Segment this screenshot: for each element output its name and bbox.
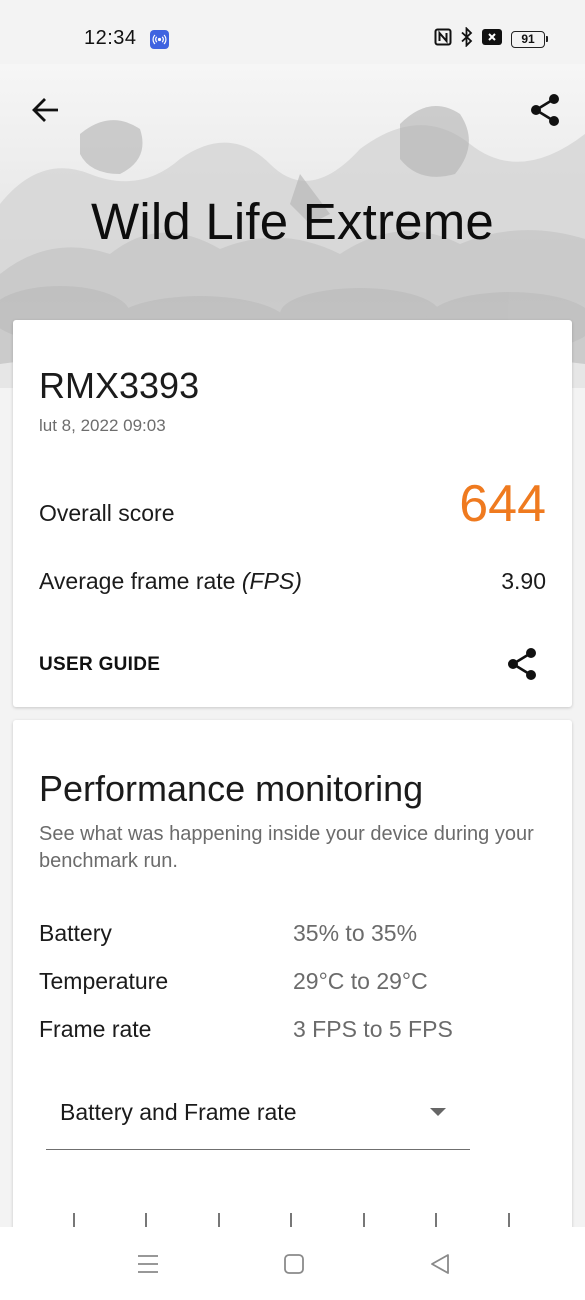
broadcast-app-icon: [150, 30, 169, 49]
axis-tick: [508, 1213, 510, 1227]
fps-value: 3.90: [501, 568, 546, 594]
metric-row-temperature: Temperature 29°C to 29°C: [39, 968, 559, 998]
silent-icon: [482, 28, 502, 51]
chart-type-selected: Battery and Frame rate: [60, 1099, 297, 1125]
nav-recent-apps-button[interactable]: [135, 1251, 161, 1277]
share-icon: [508, 648, 536, 680]
menu-icon: [138, 1255, 158, 1273]
axis-tick: [218, 1213, 220, 1227]
fps-label: Average frame rate (FPS): [39, 568, 302, 595]
metric-label: Battery: [39, 920, 112, 946]
axis-tick: [435, 1213, 437, 1227]
share-top-button[interactable]: [525, 90, 565, 130]
performance-title: Performance monitoring: [39, 768, 424, 809]
chart-type-dropdown[interactable]: Battery and Frame rate: [46, 1088, 470, 1150]
axis-tick: [73, 1213, 75, 1227]
battery-icon: 91: [511, 30, 548, 48]
axis-tick: [290, 1213, 292, 1227]
nav-home-button[interactable]: [281, 1251, 307, 1277]
back-triangle-icon: [431, 1254, 449, 1274]
device-name: RMX3393: [39, 365, 200, 406]
home-icon: [284, 1254, 304, 1274]
metric-label: Frame rate: [39, 1016, 152, 1042]
metric-value: 3 FPS to 5 FPS: [293, 1016, 453, 1042]
fps-unit: (FPS): [241, 568, 302, 594]
back-button[interactable]: [28, 92, 64, 128]
metric-row-battery: Battery 35% to 35%: [39, 920, 559, 950]
axis-tick: [363, 1213, 365, 1227]
share-icon: [531, 94, 559, 126]
result-card: RMX3393 lut 8, 2022 09:03 Overall score …: [13, 320, 572, 707]
fps-label-text: Average frame rate: [39, 568, 236, 594]
nfc-icon: [434, 28, 452, 51]
status-time: 12:34: [84, 27, 137, 49]
metric-row-frame-rate: Frame rate 3 FPS to 5 FPS: [39, 1016, 559, 1046]
arrow-left-icon: [32, 98, 58, 122]
metric-value: 35% to 35%: [293, 920, 418, 946]
page-title: Wild Life Extreme: [90, 193, 494, 250]
axis-tick: [145, 1213, 147, 1227]
overall-score-label: Overall score: [39, 500, 175, 526]
overall-score-value: 644: [459, 475, 546, 533]
run-date: lut 8, 2022 09:03: [39, 416, 166, 435]
share-result-button[interactable]: [504, 646, 540, 682]
dropdown-arrow-icon: [430, 1108, 446, 1116]
user-guide-link[interactable]: USER GUIDE: [39, 654, 160, 676]
status-bar: 12:34 91: [0, 0, 585, 64]
system-nav-bar: [0, 1227, 585, 1300]
metric-value: 29°C to 29°C: [293, 968, 428, 994]
status-icons: 91: [434, 25, 548, 52]
performance-description: See what was happening inside your devic…: [39, 823, 534, 872]
bluetooth-icon: [461, 25, 473, 52]
performance-card: Performance monitoring See what was happ…: [13, 720, 572, 1240]
nav-back-button[interactable]: [427, 1251, 453, 1277]
metric-label: Temperature: [39, 968, 169, 994]
